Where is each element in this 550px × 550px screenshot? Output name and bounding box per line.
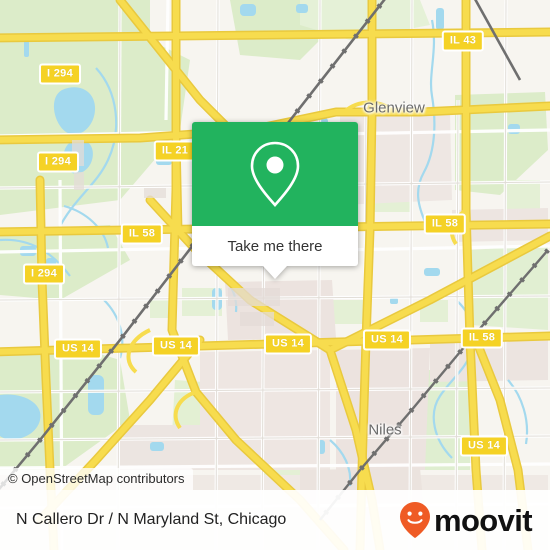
moovit-logo[interactable]: moovit: [398, 500, 533, 540]
moovit-map-screenshot: Glenview Niles I 294 I 294 I 294 IL 21 I…: [0, 0, 550, 550]
map-pin-icon: [250, 141, 300, 207]
highway-shield-us14-2[interactable]: US 14: [151, 335, 201, 357]
highway-shield-us14-1[interactable]: US 14: [53, 338, 103, 360]
highway-shield-us14-5[interactable]: US 14: [459, 435, 509, 457]
highway-shield-il21[interactable]: IL 21: [153, 140, 197, 162]
popup-pin-area: [192, 122, 358, 226]
popup-pointer: [263, 266, 287, 279]
highway-shield-il58-west[interactable]: IL 58: [120, 223, 164, 245]
highway-shield-i294-south[interactable]: I 294: [23, 263, 65, 285]
take-me-there-label: Take me there: [227, 237, 323, 255]
moovit-wordmark: moovit: [433, 502, 533, 538]
highway-shield-il58-east[interactable]: IL 58: [423, 213, 467, 235]
place-label-glenview: Glenview: [363, 99, 425, 117]
highway-shield-us14-4[interactable]: US 14: [362, 329, 412, 351]
highway-shield-us14-3[interactable]: US 14: [263, 333, 313, 355]
highway-shield-il43[interactable]: IL 43: [441, 30, 485, 52]
bottom-bar: N Callero Dr / N Maryland St, Chicago mo…: [0, 490, 550, 550]
popup-action-row[interactable]: Take me there: [192, 226, 358, 266]
take-me-there-popup[interactable]: Take me there: [192, 122, 358, 279]
place-label-niles: Niles: [368, 421, 402, 439]
highway-shield-il58-south[interactable]: IL 58: [460, 327, 504, 349]
highway-shield-i294-mid[interactable]: I 294: [37, 151, 79, 173]
moovit-smiley-pin-icon: [399, 502, 430, 538]
place-name-text: N Callero Dr / N Maryland St, Chicago: [16, 511, 287, 528]
osm-attribution[interactable]: © OpenStreetMap contributors: [0, 468, 193, 490]
highway-shield-i294-north[interactable]: I 294: [39, 63, 81, 85]
